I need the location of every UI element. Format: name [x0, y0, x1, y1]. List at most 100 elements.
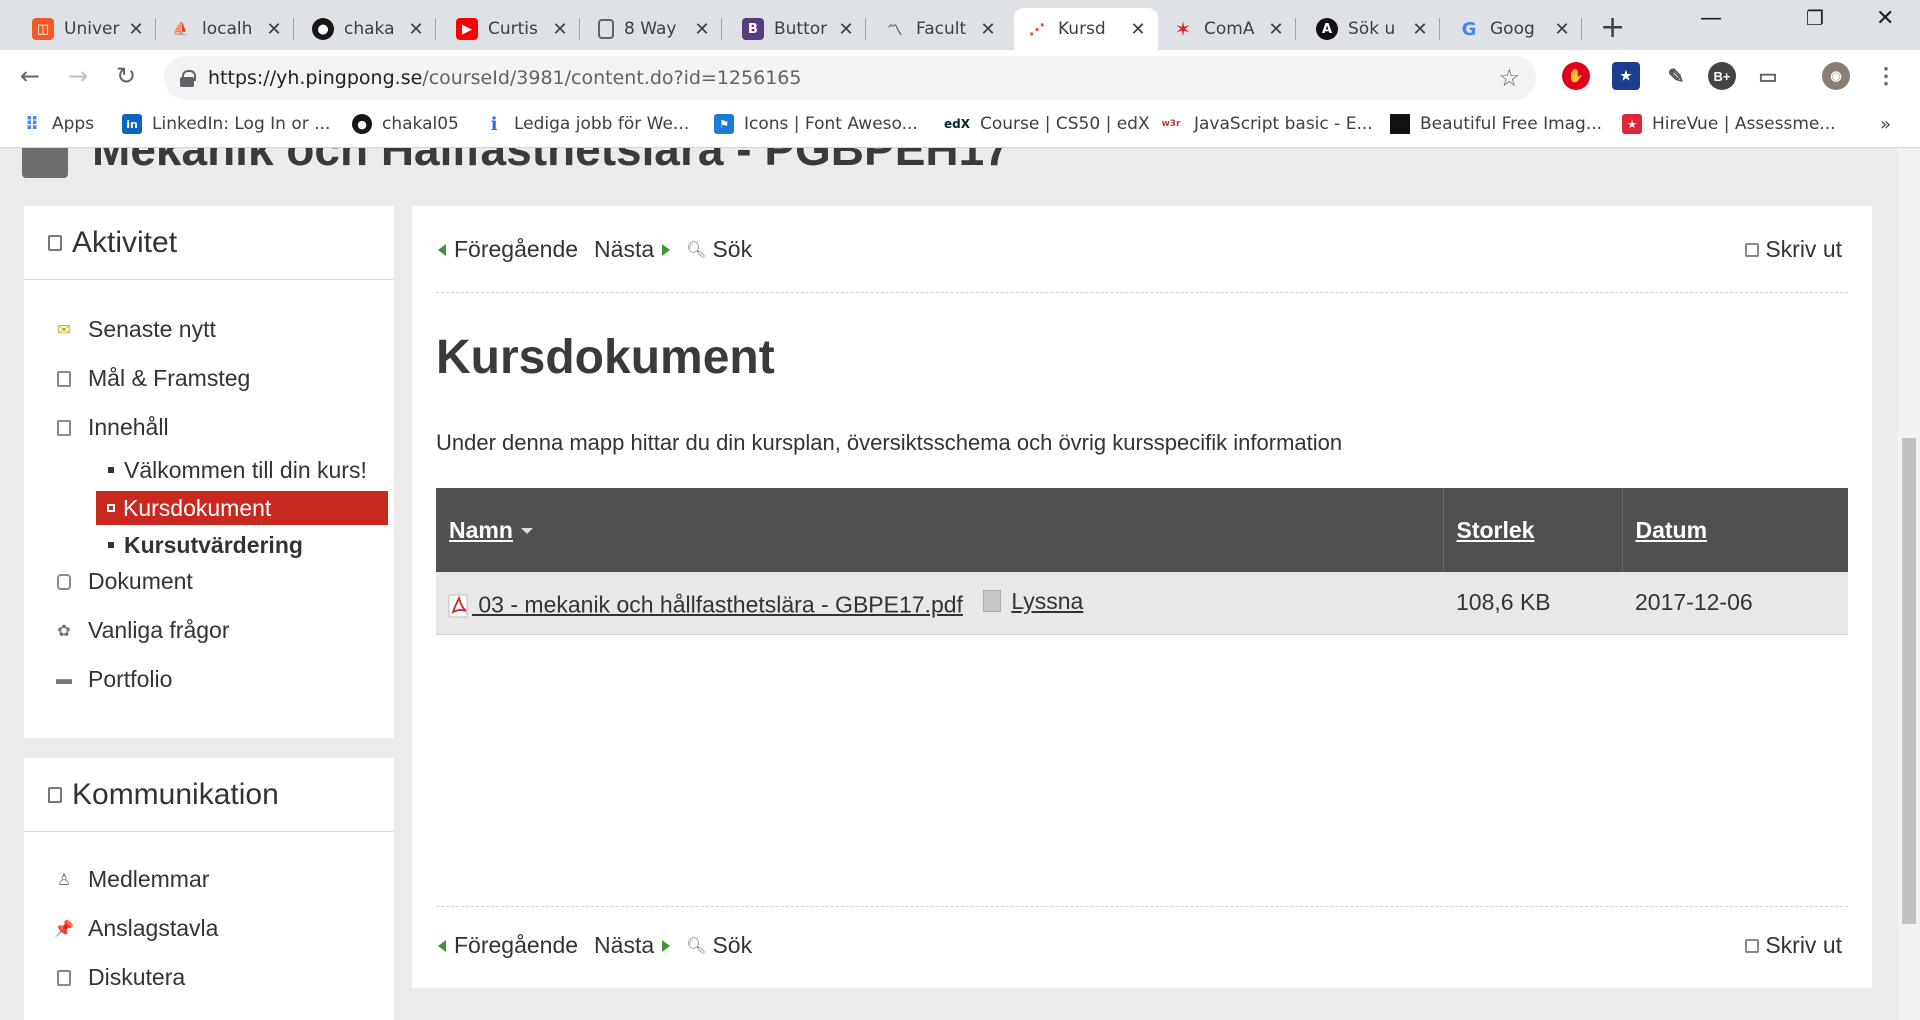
cast-icon[interactable]: ▭ — [1754, 62, 1782, 90]
tab-title: localh — [202, 19, 253, 39]
browser-tab[interactable]: ✶ ComA ✕ — [1160, 8, 1296, 50]
close-icon[interactable]: ✕ — [1410, 19, 1430, 40]
sidebar-item-mal-framsteg[interactable]: Mål & Framsteg — [54, 365, 250, 392]
avatar[interactable]: ◉ — [1822, 62, 1850, 90]
info-icon: ℹ — [490, 113, 498, 135]
bplus-extension-icon[interactable]: B+ — [1708, 62, 1736, 90]
browser-tab[interactable]: 8 Way ✕ — [586, 8, 722, 50]
prev-link[interactable]: Föregående — [454, 932, 578, 959]
sidebar-item-dokument[interactable]: Dokument — [54, 568, 193, 595]
tab-title: chaka — [344, 19, 395, 39]
bookmark-label: HireVue | Assessme... — [1652, 114, 1836, 134]
browser-tab[interactable]: ⛵ localh ✕ — [158, 8, 294, 50]
sidebar-item-label: Anslagstavla — [88, 915, 219, 941]
listen-button[interactable]: Lyssna — [983, 588, 1083, 615]
browser-tab[interactable]: B Buttor ✕ — [730, 8, 866, 50]
close-icon[interactable]: ✕ — [692, 19, 712, 40]
eu-extension-icon[interactable]: ★ — [1612, 62, 1640, 90]
forward-arrow-icon[interactable]: → — [68, 62, 88, 90]
tab-title: Kursd — [1058, 19, 1106, 39]
search-link[interactable]: Sök — [712, 932, 752, 959]
reload-icon[interactable]: ↻ — [116, 62, 136, 90]
bookmark-hirevue[interactable]: ★ HireVue | Assessme... — [1622, 114, 1836, 134]
sidebar-item-portfolio[interactable]: ▬ Portfolio — [54, 666, 172, 693]
address-bar[interactable]: https://yh.pingpong.se/courseId/3981/con… — [164, 56, 1536, 100]
close-icon[interactable]: ✕ — [1266, 19, 1286, 40]
close-icon[interactable]: ✕ — [1128, 19, 1148, 40]
close-icon[interactable]: ✕ — [550, 19, 570, 40]
browser-tab[interactable]: G Goog ✕ — [1446, 8, 1582, 50]
bookmark-edx[interactable]: edX Course | CS50 | edX — [944, 114, 1150, 134]
sidebar-item-vanliga-fragor[interactable]: ✿ Vanliga frågor — [54, 617, 229, 644]
discuss-icon — [54, 968, 74, 988]
sidebar-item-diskutera[interactable]: Diskutera — [54, 964, 185, 991]
sidebar-subitem-valkommen[interactable]: Välkommen till din kurs! — [96, 453, 367, 487]
bookmark-linkedin[interactable]: in LinkedIn: Log In or ... — [122, 114, 330, 134]
close-icon[interactable]: ✕ — [264, 19, 284, 40]
close-icon[interactable]: ✕ — [406, 19, 426, 40]
browser-tab-active[interactable]: ⋰ Kursd ✕ — [1014, 8, 1158, 50]
github-icon: ● — [352, 114, 372, 134]
adblock-extension-icon[interactable]: ✋ — [1562, 62, 1590, 90]
new-tab-button[interactable]: + — [1600, 10, 1625, 45]
window-close-button[interactable]: ✕ — [1876, 6, 1894, 31]
hirevue-icon: ★ — [1622, 114, 1642, 134]
url-text[interactable]: https://yh.pingpong.se/courseId/3981/con… — [208, 67, 801, 89]
sidebar-subitem-kursutvardering[interactable]: Kursutvärdering — [96, 528, 303, 562]
bookmark-unsplash[interactable]: Beautiful Free Imag... — [1390, 114, 1602, 134]
close-icon[interactable]: ✕ — [978, 19, 998, 40]
tab-title: Goog — [1490, 19, 1535, 39]
print-label: Skriv ut — [1765, 932, 1842, 958]
next-link[interactable]: Nästa — [594, 236, 654, 263]
bookmark-apps[interactable]: ⠿ Apps — [22, 114, 94, 135]
sidebar-item-senaste-nytt[interactable]: ✉ Senaste nytt — [54, 316, 216, 343]
restore-button[interactable]: ❐ — [1806, 6, 1824, 30]
scrollbar[interactable] — [1898, 148, 1920, 1020]
content-icon — [54, 418, 74, 438]
sidebar-item-medlemmar[interactable]: ♙ Medlemmar — [54, 866, 210, 893]
bookmark-w3resource[interactable]: w3r JavaScript basic - E... — [1158, 114, 1372, 134]
search-link[interactable]: Sök — [712, 236, 752, 263]
next-link[interactable]: Nästa — [594, 932, 654, 959]
scrollbar-thumb[interactable] — [1902, 438, 1916, 924]
tab-title: Buttor — [774, 19, 828, 39]
sidebar-item-innehall[interactable]: Innehåll — [54, 414, 169, 441]
close-icon[interactable]: ✕ — [1552, 19, 1572, 40]
bookmark-jobs[interactable]: ℹ Lediga jobb för We... — [484, 113, 690, 135]
more-bookmarks-icon[interactable]: » — [1880, 114, 1891, 135]
pdf-icon — [448, 594, 470, 618]
tab-title: Facult — [916, 19, 967, 39]
page-description: Under denna mapp hittar du din kursplan,… — [436, 430, 1343, 455]
file-size-cell: 108,6 KB — [1443, 572, 1622, 635]
print-link-top[interactable]: Skriv ut — [1745, 236, 1842, 263]
column-header-label: Storlek — [1456, 516, 1535, 543]
sidebar-item-anslagstavla[interactable]: 📌 Anslagstavla — [54, 915, 218, 942]
print-link-bottom[interactable]: Skriv ut — [1745, 932, 1842, 959]
eyedropper-extension-icon[interactable]: ✎ — [1662, 62, 1690, 90]
printer-icon — [1745, 938, 1760, 953]
prev-arrow-icon — [438, 939, 446, 952]
browser-tab[interactable]: 〽 Facult ✕ — [872, 8, 1008, 50]
minimize-button[interactable]: — — [1700, 6, 1722, 31]
prev-link[interactable]: Föregående — [454, 236, 578, 263]
close-icon[interactable]: ✕ — [126, 19, 146, 40]
sidebar-subitem-kursdokument[interactable]: Kursdokument — [96, 491, 388, 525]
back-arrow-icon[interactable]: ← — [20, 62, 40, 90]
close-icon[interactable]: ✕ — [836, 19, 856, 40]
main-panel: Föregående Nästa 🔍︎ Sök Skriv ut Kursdok… — [412, 206, 1872, 988]
column-header-date[interactable]: Datum — [1622, 488, 1848, 572]
bookmark-fontawesome[interactable]: ⚑ Icons | Font Aweso... — [714, 114, 918, 134]
unsplash-icon — [1390, 114, 1410, 134]
browser-tab[interactable]: ● chaka ✕ — [300, 8, 436, 50]
column-header-name[interactable]: Namn — [436, 488, 1444, 572]
bookmark-github[interactable]: ● chakal05 — [352, 114, 459, 134]
file-link[interactable]: 03 - mekanik och hållfasthetslära - GBPE… — [472, 591, 963, 617]
column-header-size[interactable]: Storlek — [1443, 488, 1623, 572]
bookmark-star-icon[interactable]: ☆ — [1498, 64, 1520, 93]
browser-tab[interactable]: A Sök u ✕ — [1304, 8, 1440, 50]
faq-icon: ✿ — [57, 622, 71, 640]
members-icon: ♙ — [56, 871, 72, 889]
menu-dots-icon[interactable]: ⋮ — [1872, 62, 1900, 90]
browser-tab[interactable]: ◫ Univer ✕ — [20, 8, 156, 50]
browser-tab[interactable]: ▶ Curtis ✕ — [444, 8, 580, 50]
